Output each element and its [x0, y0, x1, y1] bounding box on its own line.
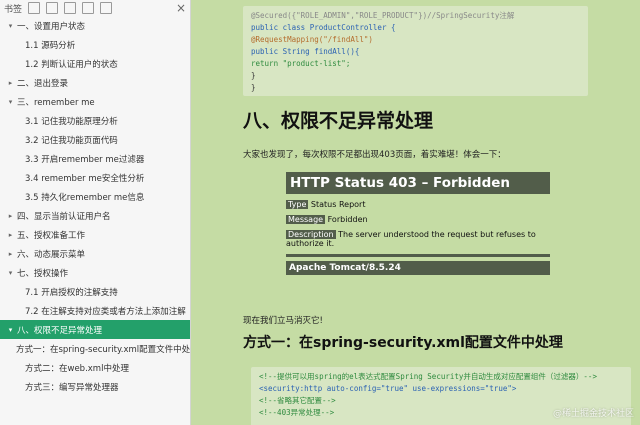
toc-item[interactable]: 7.1 开启授权的注解支持 — [0, 282, 190, 301]
code-line: <security:http auto-config="true" use-ex… — [259, 384, 517, 393]
toc-item[interactable]: ▾ 八、权限不足异常处理 — [0, 320, 190, 339]
toc-item[interactable]: 3.3 开启remember me过滤器 — [0, 149, 190, 168]
toc-item-label: 三、remember me — [17, 97, 95, 108]
toc-item[interactable]: ▸ 六、动态展示菜单 — [0, 244, 190, 263]
toc-item-label: 1.1 源码分析 — [25, 40, 76, 51]
toc-item[interactable]: ▾ 一、设置用户状态 — [0, 16, 190, 35]
toc-item-label: 7.1 开启授权的注解支持 — [25, 287, 118, 298]
toc-item-label: 7.2 在注解支持对应类或者方法上添加注解 — [25, 306, 186, 317]
error-title: HTTP Status 403 – Forbidden — [286, 172, 550, 194]
section-heading: 八、权限不足异常处理 — [243, 110, 434, 132]
bookmark-add-icon[interactable] — [46, 2, 59, 14]
code-line: @Secured({"ROLE_ADMIN","ROLE_PRODUCT"})/… — [251, 11, 515, 20]
expand-toggle-icon[interactable]: ▾ — [6, 269, 15, 277]
toc-item[interactable]: ▸ 二、退出登录 — [0, 73, 190, 92]
subsection-heading: 方式一：在spring-security.xml配置文件中处理 — [243, 335, 563, 351]
close-icon[interactable]: × — [176, 2, 186, 14]
bookmark-options-icon[interactable] — [100, 2, 113, 14]
toc-item[interactable]: ▸ 四、显示当前认证用户名 — [0, 206, 190, 225]
code-line: public class ProductController { — [251, 23, 396, 32]
divider — [286, 254, 550, 257]
code-block-controller: @Secured({"ROLE_ADMIN","ROLE_PRODUCT"})/… — [243, 6, 588, 96]
watermark: @稀土掘金技术社区 — [552, 409, 634, 419]
description-label: Description — [286, 230, 336, 239]
toc-item-label: 3.2 记住我功能页面代码 — [25, 135, 118, 146]
toc-item-label: 七、授权操作 — [17, 268, 69, 279]
toc-item-label: 方式三：编写异常处理器 — [25, 382, 119, 393]
toc-item[interactable]: 1.1 源码分析 — [0, 35, 190, 54]
type-value: Status Report — [310, 200, 366, 209]
toc-item[interactable]: 3.5 持久化remember me信息 — [0, 187, 190, 206]
bookmark-icon[interactable] — [28, 2, 41, 14]
error-type-row: Type Status Report — [286, 200, 550, 209]
toc-item-label: 方式一：在spring-security.xml配置文件中处理 — [16, 344, 191, 355]
expand-toggle-icon[interactable]: ▾ — [6, 326, 15, 334]
code-line: <!--提供可以用spring的el表达式配置Spring Security并自… — [259, 372, 597, 381]
expand-toggle-icon[interactable]: ▾ — [6, 22, 15, 30]
bookmark-delete-icon[interactable] — [64, 2, 77, 14]
toc-list: ▾ 一、设置用户状态 1.1 源码分析 1.2 判断认证用户的状态 ▸ 二、退出登录 ▾ 三、… — [0, 16, 190, 396]
toc-item[interactable]: ▾ 七、授权操作 — [0, 263, 190, 282]
toc-item-label: 3.3 开启remember me过滤器 — [25, 154, 145, 165]
toc-item[interactable]: 3.2 记住我功能页面代码 — [0, 130, 190, 149]
bookmark-export-icon[interactable] — [82, 2, 95, 14]
toc-item[interactable]: 方式一：在spring-security.xml配置文件中处理 — [0, 339, 190, 358]
expand-toggle-icon[interactable]: ▸ — [6, 231, 15, 239]
code-line: return "product-list"; — [251, 59, 351, 68]
toc-item[interactable]: 3.1 记住我功能原理分析 — [0, 111, 190, 130]
toc-item[interactable]: 方式二：在web.xml中处理 — [0, 358, 190, 377]
sidebar-title: 书签 — [4, 4, 23, 15]
toc-item-label: 八、权限不足异常处理 — [17, 325, 103, 336]
toc-item[interactable]: 方式三：编写异常处理器 — [0, 377, 190, 396]
toc-item[interactable]: ▾ 三、remember me — [0, 92, 190, 111]
toc-item-label: 方式二：在web.xml中处理 — [25, 363, 129, 374]
toc-item-label: 1.2 判断认证用户的状态 — [25, 59, 118, 70]
toc-item[interactable]: 1.2 判断认证用户的状态 — [0, 54, 190, 73]
expand-toggle-icon[interactable]: ▸ — [6, 212, 15, 220]
toc-item[interactable]: ▸ 五、授权准备工作 — [0, 225, 190, 244]
toc-item-label: 3.5 持久化remember me信息 — [25, 192, 145, 203]
expand-toggle-icon[interactable]: ▸ — [6, 79, 15, 87]
expand-toggle-icon[interactable]: ▾ — [6, 98, 15, 106]
type-label: Type — [286, 200, 309, 209]
toc-item-label: 四、显示当前认证用户名 — [17, 211, 111, 222]
bookmark-sidebar: 书签 × ▾ 一、设置用户状态 1.1 源码分析 1.2 判断认证用户的状态 ▸ 二、退出… — [0, 0, 191, 425]
toc-item-label: 五、授权准备工作 — [17, 230, 86, 241]
toc-item[interactable]: 3.4 remember me安全性分析 — [0, 168, 190, 187]
toc-item-label: 二、退出登录 — [17, 78, 69, 89]
message-value: Forbidden — [327, 215, 368, 224]
toc-item-label: 3.1 记住我功能原理分析 — [25, 116, 118, 127]
after-text: 现在我们立马消灭它! — [243, 316, 323, 326]
code-line: } — [251, 83, 256, 92]
intro-text: 大家也发现了，每次权限不足都出现403页面，着实难堪！体会一下： — [243, 150, 506, 160]
error-page-screenshot: HTTP Status 403 – Forbidden Type Status … — [286, 172, 550, 282]
toc-item-label: 3.4 remember me安全性分析 — [25, 173, 145, 184]
sidebar-toolbar: 书签 × — [0, 0, 190, 16]
toc-item-label: 六、动态展示菜单 — [17, 249, 86, 260]
code-line: } — [251, 71, 256, 80]
error-description-row: Description The server understood the re… — [286, 230, 550, 248]
document-view: @Secured({"ROLE_ADMIN","ROLE_PRODUCT"})/… — [191, 0, 640, 425]
toc-item[interactable]: 7.2 在注解支持对应类或者方法上添加注解 — [0, 301, 190, 320]
error-message-row: Message Forbidden — [286, 215, 550, 224]
message-label: Message — [286, 215, 326, 224]
expand-toggle-icon[interactable]: ▸ — [6, 250, 15, 258]
code-line: @RequestMapping("/findAll") — [251, 35, 373, 44]
code-line: public String findAll(){ — [251, 47, 360, 56]
server-footer: Apache Tomcat/8.5.24 — [286, 261, 550, 275]
toc-item-label: 一、设置用户状态 — [17, 21, 86, 32]
